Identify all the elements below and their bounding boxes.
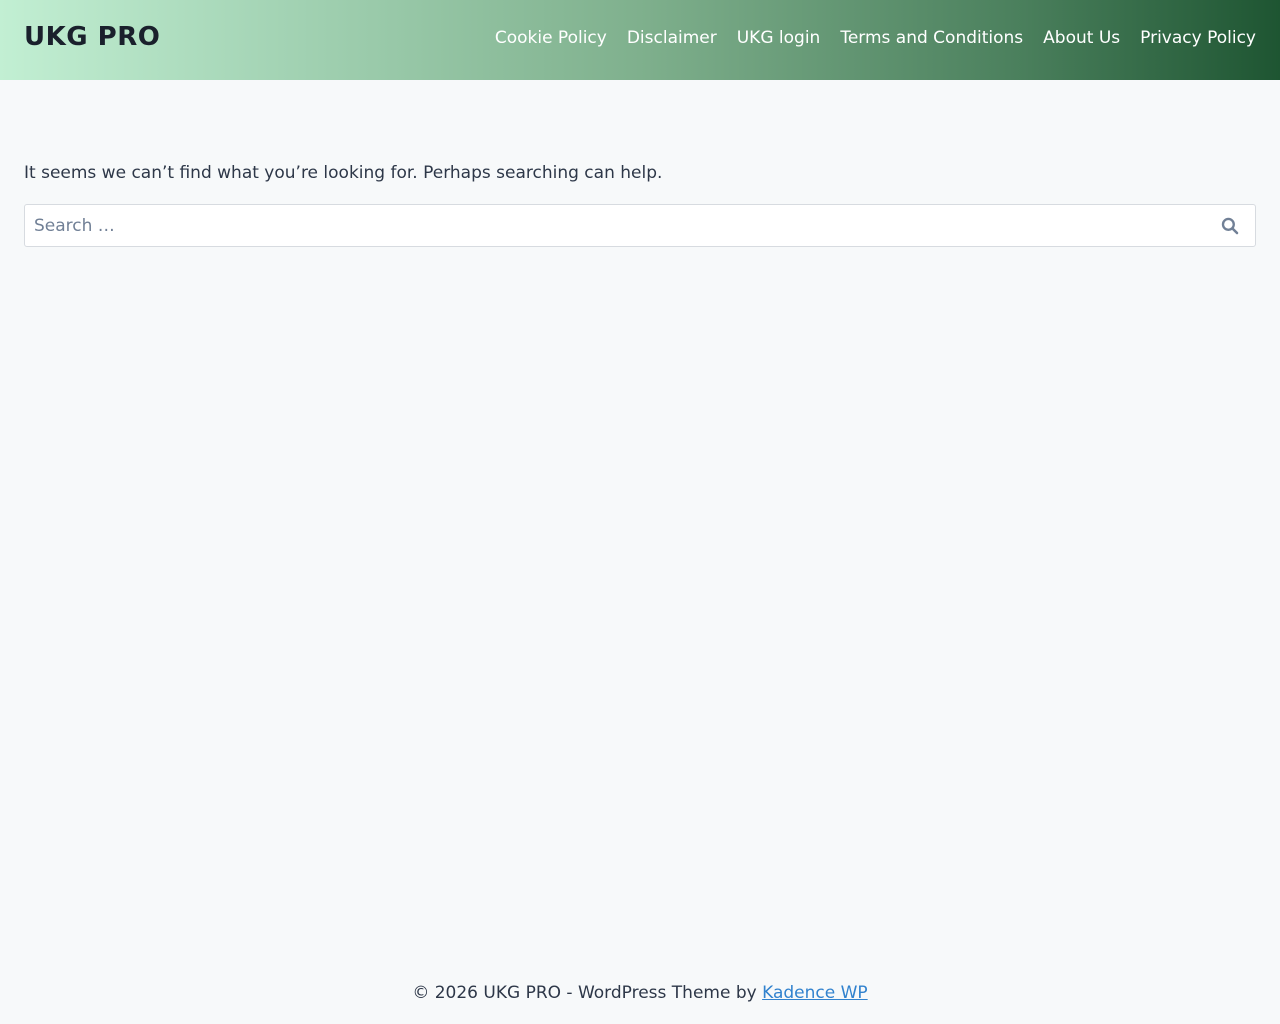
footer-theme-link[interactable]: Kadence WP [762,983,868,1003]
site-footer: © 2026 UKG PRO - WordPress Theme by Kade… [0,981,1280,1005]
search-icon [1221,217,1239,234]
footer-copyright: © 2026 UKG PRO - WordPress Theme by [412,983,763,1003]
nav-item-terms-and-conditions[interactable]: Terms and Conditions [840,26,1023,50]
main-nav: Cookie Policy Disclaimer UKG login Terms… [495,26,1256,50]
search-form [24,204,1256,247]
nav-item-disclaimer[interactable]: Disclaimer [627,26,717,50]
nav-item-about-us[interactable]: About Us [1043,26,1120,50]
not-found-message: It seems we can’t find what you’re looki… [24,163,663,183]
search-button[interactable] [1205,205,1255,246]
nav-item-ukg-login[interactable]: UKG login [737,26,821,50]
site-header: UKG PRO Cookie Policy Disclaimer UKG log… [0,0,1280,80]
nav-item-privacy-policy[interactable]: Privacy Policy [1140,26,1256,50]
nav-item-cookie-policy[interactable]: Cookie Policy [495,26,607,50]
search-input[interactable] [25,205,1205,246]
site-title[interactable]: UKG PRO [24,22,160,52]
